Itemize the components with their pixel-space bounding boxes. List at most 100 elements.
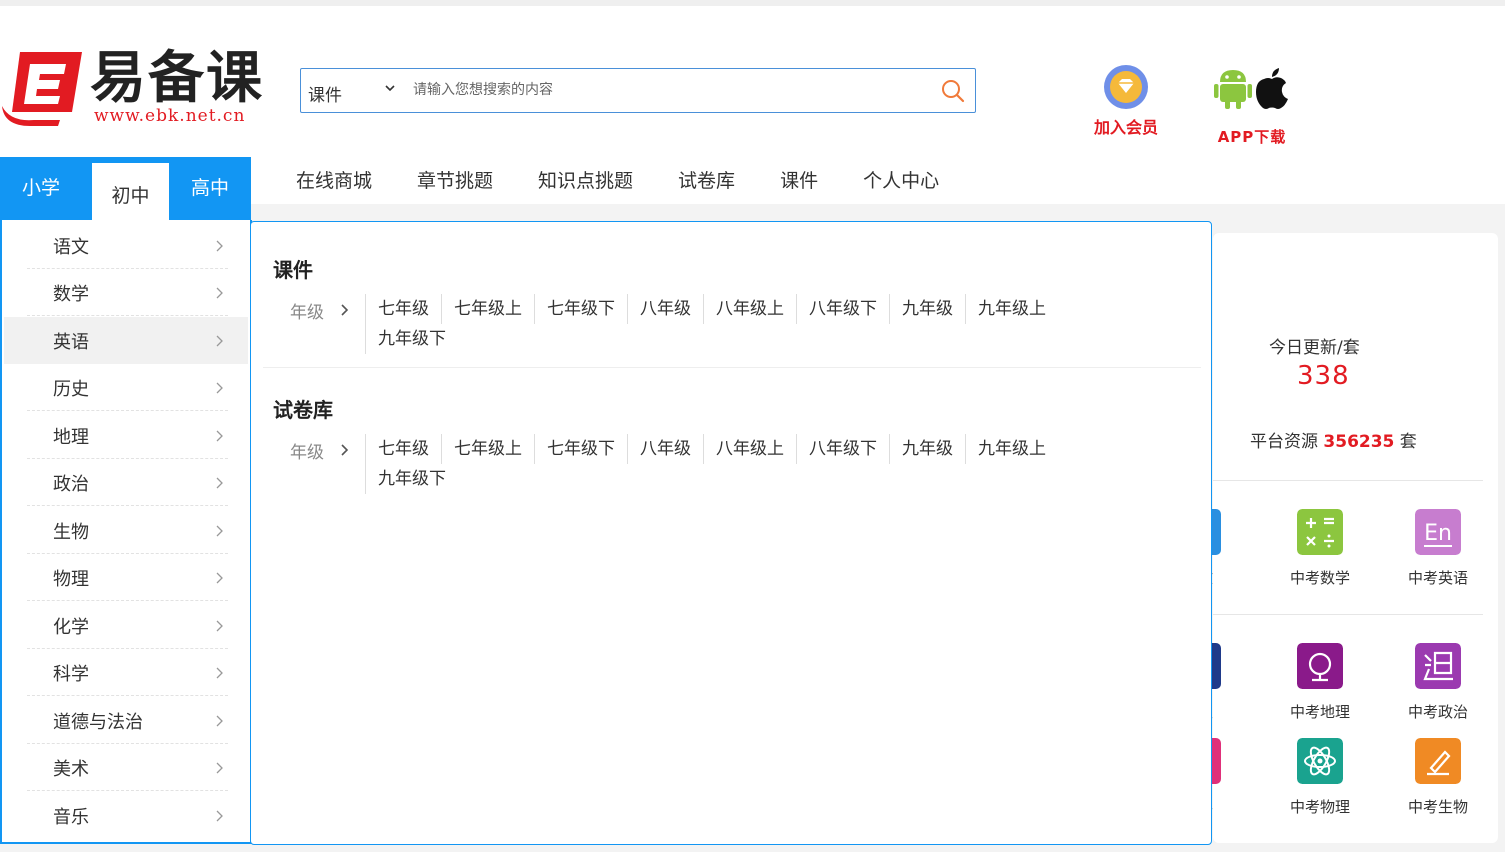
sidebar-item-chemistry[interactable]: 化学 xyxy=(4,602,248,649)
nav-personal-center[interactable]: 个人中心 xyxy=(863,166,939,196)
grade-label: 年级 xyxy=(290,303,324,323)
grade-link[interactable]: 九年级 xyxy=(889,434,965,464)
sidebar-item-biology[interactable]: 生物 xyxy=(4,507,248,554)
exam-subject-math[interactable]: 中考数学 xyxy=(1275,509,1365,588)
exam-subject-biology[interactable]: 中考生物 xyxy=(1393,738,1483,817)
grade-link[interactable]: 八年级 xyxy=(627,434,703,464)
tab-senior[interactable]: 高中 xyxy=(169,157,251,220)
grade-link[interactable]: 七年级下 xyxy=(534,294,627,324)
physics-icon xyxy=(1297,738,1343,784)
sidebar-item-art[interactable]: 美术 xyxy=(4,744,248,791)
chevron-right-icon xyxy=(216,382,223,394)
divider xyxy=(27,600,228,601)
nav-courseware[interactable]: 课件 xyxy=(780,166,818,196)
nav-online-store[interactable]: 在线商城 xyxy=(296,166,372,196)
grade-link[interactable]: 七年级 xyxy=(365,434,441,464)
nav-knowledge-select[interactable]: 知识点挑题 xyxy=(538,166,633,196)
join-member-button[interactable]: 加入会员 xyxy=(1088,64,1164,138)
sidebar-item-label: 英语 xyxy=(53,332,89,353)
sidebar-item-english[interactable]: 英语 xyxy=(4,317,248,364)
sidebar-item-history[interactable]: 历史 xyxy=(4,364,248,411)
grade-link[interactable]: 九年级上 xyxy=(965,434,1058,464)
chevron-right-icon xyxy=(216,762,223,774)
sidebar-item-physics[interactable]: 物理 xyxy=(4,554,248,601)
nav-chapter-select[interactable]: 章节挑题 xyxy=(417,166,493,196)
chevron-right-icon xyxy=(216,667,223,679)
today-update-value: 338 xyxy=(1297,361,1350,391)
diamond-badge-icon xyxy=(1104,65,1148,109)
sidebar-item-math[interactable]: 数学 xyxy=(4,269,248,316)
grade-link[interactable]: 八年级下 xyxy=(796,294,889,324)
sidebar-item-music[interactable]: 音乐 xyxy=(4,792,248,839)
chevron-right-icon xyxy=(341,444,349,456)
exam-subject-physics[interactable]: 中考物理 xyxy=(1275,738,1365,817)
exam-subject-label: 中考数学 xyxy=(1289,569,1350,587)
tab-junior[interactable]: 初中 xyxy=(92,163,169,220)
chevron-right-icon xyxy=(216,335,223,347)
grade-link[interactable]: 九年级下 xyxy=(365,464,458,494)
sidebar-item-label: 语文 xyxy=(53,237,89,258)
exam-subject-politics[interactable]: 中考政治 xyxy=(1393,643,1483,722)
sidebar-item-chinese[interactable]: 语文 xyxy=(4,222,248,269)
search-input[interactable] xyxy=(411,81,915,99)
sidebar-item-label: 化学 xyxy=(53,617,89,638)
exam-subject-english[interactable]: En 中考英语 xyxy=(1393,509,1483,588)
grade-list: 七年级 七年级上 七年级下 八年级 八年级上 八年级下 九年级 九年级上九年级下 xyxy=(365,434,1125,494)
logo-name: 易备课 xyxy=(90,46,264,111)
sidebar-item-label: 物理 xyxy=(53,569,89,590)
grade-link[interactable]: 九年级上 xyxy=(965,294,1058,324)
exam-subject-label: 中考物理 xyxy=(1289,798,1350,816)
grade-link[interactable]: 七年级下 xyxy=(534,434,627,464)
exam-subject-geography[interactable]: 中考地理 xyxy=(1275,643,1365,722)
grade-link[interactable]: 八年级上 xyxy=(703,294,796,324)
grade-label: 年级 xyxy=(290,443,324,463)
chevron-right-icon xyxy=(341,304,349,316)
chevron-right-icon xyxy=(216,810,223,822)
section-title-courseware[interactable]: 课件 xyxy=(273,254,313,283)
grade-link[interactable]: 八年级 xyxy=(627,294,703,324)
subject-sidebar: 语文 数学 英语 历史 地理 政治 生物 物理 化学 科学 道德与法治 美术 音… xyxy=(0,220,252,844)
sidebar-item-politics[interactable]: 政治 xyxy=(4,459,248,506)
section-title-exam-library[interactable]: 试卷库 xyxy=(273,394,333,423)
chevron-right-icon xyxy=(216,525,223,537)
chevron-down-icon[interactable] xyxy=(385,83,395,93)
chevron-right-icon xyxy=(216,287,223,299)
grade-link[interactable]: 九年级下 xyxy=(365,324,458,354)
platform-resources: 平台资源 356235 套 xyxy=(1250,427,1417,452)
sidebar-item-morality-law[interactable]: 道德与法治 xyxy=(4,697,248,744)
grade-link[interactable]: 八年级上 xyxy=(703,434,796,464)
site-logo[interactable]: 易备课 www.ebk.net.cn xyxy=(0,46,280,130)
politics-icon xyxy=(1415,643,1461,689)
chevron-right-icon xyxy=(216,240,223,252)
sidebar-item-label: 美术 xyxy=(53,759,89,780)
sidebar-item-label: 政治 xyxy=(53,474,89,495)
grade-link[interactable]: 七年级 xyxy=(365,294,441,324)
app-download-label: APP下载 xyxy=(1217,128,1287,146)
sidebar-item-science[interactable]: 科学 xyxy=(4,649,248,696)
sidebar-item-geography[interactable]: 地理 xyxy=(4,412,248,459)
grade-list: 七年级 七年级上 七年级下 八年级 八年级上 八年级下 九年级 九年级上九年级下 xyxy=(365,294,1125,354)
search-type-select[interactable]: 课件 xyxy=(308,81,342,106)
grade-link[interactable]: 八年级下 xyxy=(796,434,889,464)
divider xyxy=(1213,480,1483,481)
divider xyxy=(27,505,228,506)
today-update-label: 今日更新/套 xyxy=(1269,338,1360,358)
grade-link[interactable]: 七年级上 xyxy=(441,294,534,324)
school-level-tabs: 小学 初中 高中 xyxy=(0,157,251,220)
exam-subject-label: 中考生物 xyxy=(1407,798,1468,816)
chevron-right-icon xyxy=(216,715,223,727)
nav-exam-library[interactable]: 试卷库 xyxy=(678,166,735,196)
grade-link[interactable]: 七年级上 xyxy=(441,434,534,464)
logo-url: www.ebk.net.cn xyxy=(94,106,246,126)
biology-icon xyxy=(1415,738,1461,784)
geography-icon xyxy=(1297,643,1343,689)
main-nav: 在线商城 章节挑题 知识点挑题 试卷库 课件 个人中心 xyxy=(296,166,984,196)
android-icon xyxy=(1214,70,1252,109)
grade-link[interactable]: 九年级 xyxy=(889,294,965,324)
sidebar-item-label: 生物 xyxy=(53,522,89,543)
tab-primary[interactable]: 小学 xyxy=(0,157,82,220)
exam-subject-label: 中考英语 xyxy=(1407,569,1468,587)
search-icon[interactable] xyxy=(941,79,965,103)
chevron-right-icon xyxy=(216,572,223,584)
search-bar: 课件 xyxy=(300,68,976,113)
